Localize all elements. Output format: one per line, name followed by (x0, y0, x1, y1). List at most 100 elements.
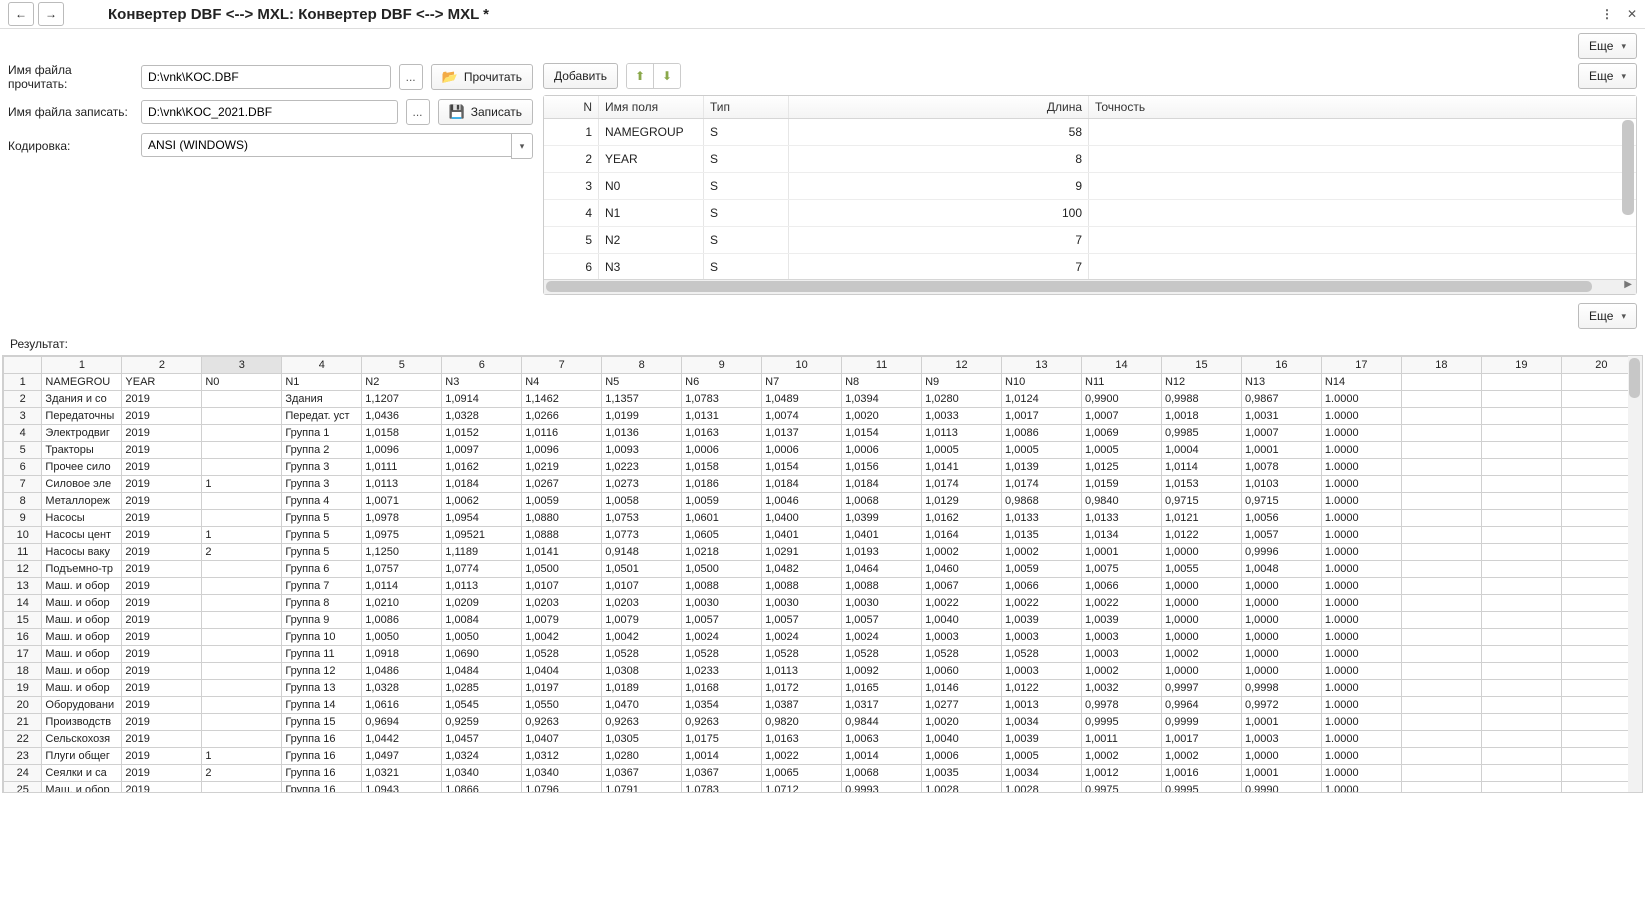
grid-cell[interactable]: 1.0000 (1321, 697, 1401, 714)
grid-cell[interactable]: 1,0088 (682, 578, 762, 595)
grid-cell[interactable]: 1,1189 (442, 544, 522, 561)
grid-cell[interactable]: 1,0034 (1002, 714, 1082, 731)
grid-cell[interactable]: 1,0096 (362, 442, 442, 459)
grid-cell[interactable]: 1,0018 (1161, 408, 1241, 425)
grid-cell[interactable]: 1.0000 (1321, 527, 1401, 544)
grid-cell[interactable]: 1,0007 (1082, 408, 1162, 425)
grid-cell[interactable]: 1,0001 (1241, 714, 1321, 731)
grid-cell[interactable]: 1,0340 (442, 765, 522, 782)
grid-cell[interactable]: 1,0000 (1241, 578, 1321, 595)
grid-cell[interactable]: 1,0757 (362, 561, 442, 578)
fields-row[interactable]: 6N3S7 (544, 254, 1636, 279)
grid-cell[interactable]: 1,0978 (362, 510, 442, 527)
grid-cell[interactable]: 1,0159 (1082, 476, 1162, 493)
grid-cell[interactable]: 2019 (122, 629, 202, 646)
grid-cell[interactable]: 1,0233 (682, 663, 762, 680)
grid-cell[interactable]: 1,0040 (922, 731, 1002, 748)
grid-cell[interactable]: Группа 5 (282, 510, 362, 527)
grid-cell[interactable] (1401, 476, 1481, 493)
grid-cell[interactable]: 1,0075 (1082, 561, 1162, 578)
grid-cell[interactable] (1401, 425, 1481, 442)
grid-cell[interactable]: 1,0000 (1241, 612, 1321, 629)
grid-cell[interactable]: 1,0001 (1241, 442, 1321, 459)
grid-row-header[interactable]: 20 (4, 697, 42, 714)
grid-cell[interactable]: 1,0528 (682, 646, 762, 663)
grid-cell[interactable]: Группа 8 (282, 595, 362, 612)
grid-cell[interactable]: 1,0055 (1161, 561, 1241, 578)
grid-cell[interactable]: 1,0133 (1002, 510, 1082, 527)
grid-cell[interactable]: 1.0000 (1321, 391, 1401, 408)
grid-cell[interactable]: 1,0783 (682, 782, 762, 794)
grid-cell[interactable]: 1,0002 (1082, 663, 1162, 680)
grid-col-header[interactable]: 11 (842, 357, 922, 374)
grid-cell[interactable]: 1,0000 (1241, 663, 1321, 680)
grid-row[interactable]: 24Сеялки и са20192Группа 161,03211,03401… (4, 765, 1642, 782)
grid-cell[interactable]: 1.0000 (1321, 476, 1401, 493)
grid-cell[interactable] (1481, 374, 1561, 391)
grid-cell[interactable]: 0,9978 (1082, 697, 1162, 714)
grid-cell[interactable]: 1,0013 (1002, 697, 1082, 714)
grid-cell[interactable]: 1.0000 (1321, 646, 1401, 663)
grid-cell[interactable] (202, 391, 282, 408)
grid-cell[interactable]: 1,0030 (842, 595, 922, 612)
grid-cell[interactable] (202, 459, 282, 476)
grid-cell[interactable]: 1,0162 (442, 459, 522, 476)
grid-cell[interactable]: 1,0442 (362, 731, 442, 748)
grid-cell[interactable]: 0,9990 (1241, 782, 1321, 794)
grid-cell[interactable]: 1,0065 (762, 765, 842, 782)
grid-cell[interactable]: 1,0158 (682, 459, 762, 476)
grid-cell[interactable] (1401, 595, 1481, 612)
grid-cell[interactable]: Насосы (42, 510, 122, 527)
grid-cell[interactable]: 1,1207 (362, 391, 442, 408)
grid-cell[interactable]: 1.0000 (1321, 714, 1401, 731)
grid-cell[interactable] (1401, 544, 1481, 561)
grid-cell[interactable] (1481, 629, 1561, 646)
grid-cell[interactable]: 0,9985 (1161, 425, 1241, 442)
fields-row[interactable]: 1NAMEGROUPS58 (544, 119, 1636, 146)
grid-cell[interactable]: 1,0328 (442, 408, 522, 425)
more-button-2[interactable]: Еще ▾ (1578, 63, 1637, 89)
grid-cell[interactable]: 1,0184 (842, 476, 922, 493)
grid-cell[interactable]: Маш. и обор (42, 629, 122, 646)
grid-cell[interactable]: 1,0501 (602, 561, 682, 578)
grid-cell[interactable] (1481, 425, 1561, 442)
grid-cell[interactable]: 1,0774 (442, 561, 522, 578)
grid-cell[interactable] (1481, 493, 1561, 510)
fields-row[interactable]: 4N1S100 (544, 200, 1636, 227)
grid-cell[interactable]: 1,1250 (362, 544, 442, 561)
grid-cell[interactable]: 0,9715 (1161, 493, 1241, 510)
grid-cell[interactable] (1481, 612, 1561, 629)
grid-cell[interactable]: 1,0005 (1002, 748, 1082, 765)
grid-cell[interactable]: 1,0690 (442, 646, 522, 663)
grid-cell[interactable]: 1.0000 (1321, 680, 1401, 697)
grid-cell[interactable]: 1,0500 (522, 561, 602, 578)
grid-cell[interactable]: 1,0162 (922, 510, 1002, 527)
grid-cell[interactable]: Электродвиг (42, 425, 122, 442)
grid-cell[interactable]: Группа 6 (282, 561, 362, 578)
grid-cell[interactable]: 1,0003 (922, 629, 1002, 646)
grid-cell[interactable]: 1,0317 (842, 697, 922, 714)
grid-cell[interactable] (1401, 578, 1481, 595)
grid-cell[interactable]: 1,0163 (762, 731, 842, 748)
grid-cell[interactable] (202, 408, 282, 425)
grid-col-header[interactable]: 2 (122, 357, 202, 374)
grid-cell[interactable]: 1,0079 (602, 612, 682, 629)
grid-cell[interactable]: 1,0528 (922, 646, 1002, 663)
grid-cell[interactable]: 1.0000 (1321, 663, 1401, 680)
write-button[interactable]: 💾 Записать (438, 99, 533, 125)
grid-row-header[interactable]: 23 (4, 748, 42, 765)
grid-cell[interactable]: 1.0000 (1321, 595, 1401, 612)
grid-cell[interactable]: 1,0486 (362, 663, 442, 680)
grid-cell[interactable]: 1,0184 (762, 476, 842, 493)
grid-cell[interactable]: 1,0605 (682, 527, 762, 544)
grid-cell[interactable] (202, 510, 282, 527)
grid-cell[interactable]: 1,0218 (682, 544, 762, 561)
grid-col-header[interactable]: 5 (362, 357, 442, 374)
grid-row-header[interactable]: 13 (4, 578, 42, 595)
grid-col-header[interactable]: 15 (1161, 357, 1241, 374)
grid-cell[interactable]: 2019 (122, 493, 202, 510)
grid-cell[interactable] (1481, 680, 1561, 697)
grid-cell[interactable]: 1,0223 (602, 459, 682, 476)
grid-cell[interactable]: 2019 (122, 595, 202, 612)
grid-cell[interactable]: 1,0067 (922, 578, 1002, 595)
